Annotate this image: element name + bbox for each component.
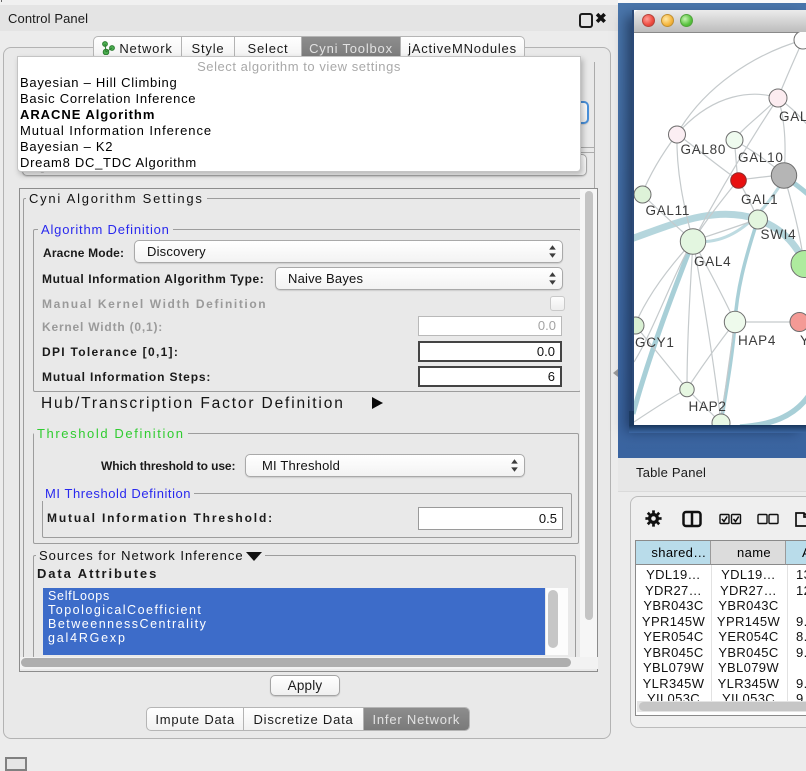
- svg-text:GAL11: GAL11: [646, 203, 691, 218]
- svg-text:Y: Y: [800, 333, 806, 348]
- svg-text:SWI4: SWI4: [761, 227, 797, 242]
- svg-text:GAL4: GAL4: [694, 254, 731, 269]
- svg-text:GCY1: GCY1: [635, 335, 675, 350]
- svg-text:GAL7: GAL7: [779, 109, 806, 124]
- svg-text:HAP2: HAP2: [689, 399, 727, 414]
- svg-text:HAP4: HAP4: [738, 333, 776, 348]
- svg-text:GAL10: GAL10: [738, 150, 784, 165]
- svg-text:GAL80: GAL80: [681, 142, 727, 157]
- svg-text:GAL1: GAL1: [741, 192, 778, 207]
